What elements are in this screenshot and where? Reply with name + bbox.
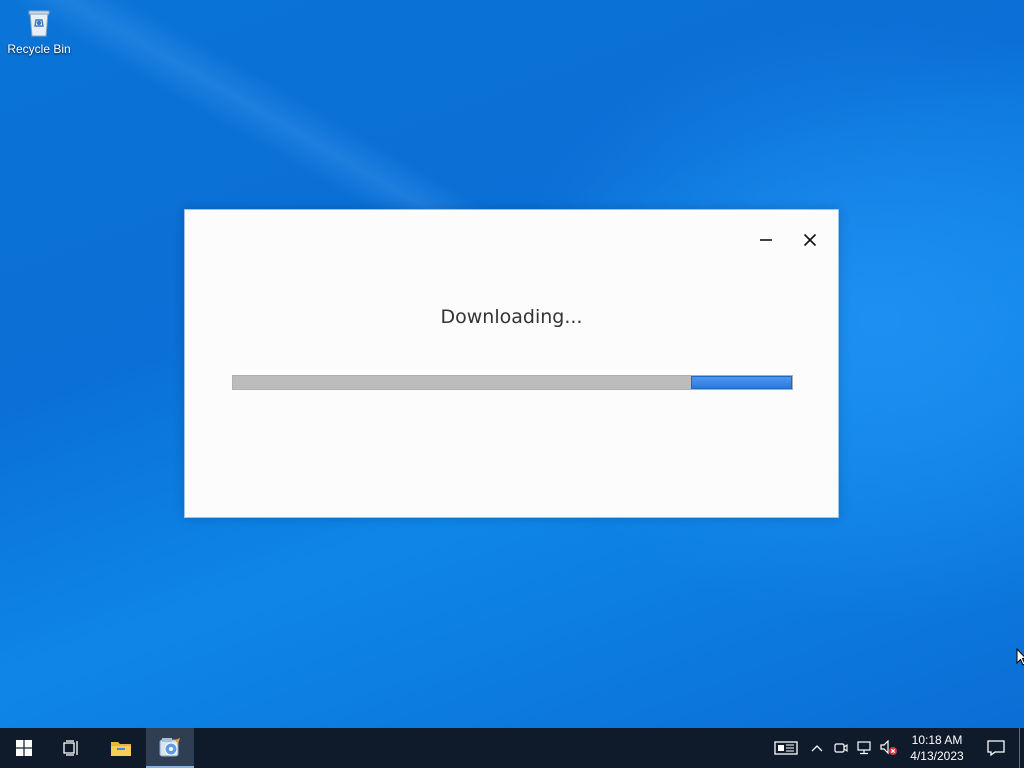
close-button[interactable] [796, 226, 824, 254]
desktop-icon-recycle-bin[interactable]: Recycle Bin [6, 6, 72, 66]
network-icon [857, 741, 871, 755]
start-button[interactable] [0, 728, 48, 768]
minimize-icon [760, 239, 772, 241]
task-view-button[interactable] [48, 728, 96, 768]
clock[interactable]: 10:18 AM 4/13/2023 [901, 728, 973, 768]
start-icon [16, 740, 32, 756]
close-icon [803, 233, 817, 247]
clock-date: 4/13/2023 [910, 749, 964, 763]
chevron-up-icon [811, 745, 823, 752]
desktop: Recycle Bin Downloading... [0, 0, 1024, 728]
setup-app-icon [159, 738, 180, 757]
clock-time: 10:18 AM [911, 733, 963, 747]
mouse-cursor-icon [1016, 648, 1024, 666]
dialog-status-text: Downloading... [440, 306, 583, 328]
desktop-icon-label: Recycle Bin [7, 42, 71, 56]
recycle-bin-icon [28, 10, 50, 37]
task-view-icon [63, 740, 78, 756]
progress-bar-fill [691, 376, 792, 389]
download-dialog: Downloading... [184, 209, 839, 518]
file-explorer-button[interactable] [96, 728, 146, 768]
meet-icon [834, 743, 848, 753]
file-explorer-icon [111, 742, 131, 756]
taskbar: 10:18 AM 4/13/2023 [0, 728, 1024, 768]
action-center-button[interactable] [973, 728, 1019, 768]
news-button[interactable] [767, 728, 805, 768]
progress-bar [232, 375, 793, 390]
action-center-icon [987, 740, 1005, 757]
show-hidden-icons-button[interactable] [805, 728, 829, 768]
volume-button[interactable] [877, 728, 901, 768]
network-button[interactable] [853, 728, 877, 768]
volume-muted-icon [880, 740, 897, 755]
system-tray: 10:18 AM 4/13/2023 [767, 728, 1024, 768]
news-icon [774, 741, 798, 755]
minimize-button[interactable] [752, 226, 780, 254]
meet-now-button[interactable] [829, 728, 853, 768]
setup-app-button[interactable] [146, 728, 194, 768]
show-desktop-button[interactable] [1019, 728, 1024, 768]
